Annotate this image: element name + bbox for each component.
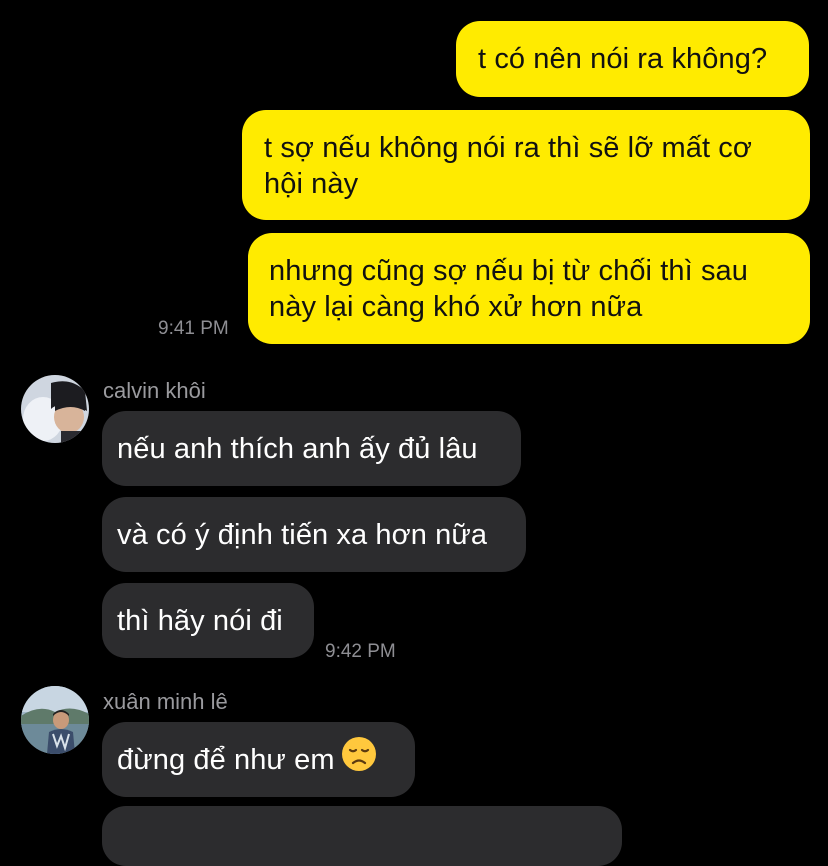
calvin-avatar	[21, 375, 89, 443]
message-text: đừng để như em	[117, 744, 335, 777]
sender-name: xuân minh lê	[103, 689, 228, 714]
outgoing-message[interactable]: t có nên nói ra không?	[456, 21, 809, 97]
sender-avatar[interactable]	[21, 686, 89, 754]
message-text: thì hãy nói đi	[117, 605, 283, 637]
message-text: nhưng cũng sợ nếu bị từ chối thì sau này…	[269, 255, 749, 323]
xuan-minh-avatar	[21, 686, 89, 754]
outgoing-message[interactable]: nhưng cũng sợ nếu bị từ chối thì sau này…	[248, 233, 810, 344]
incoming-message[interactable]: nếu anh thích anh ấy đủ lâu	[102, 411, 521, 486]
timestamp: 9:42 PM	[325, 641, 396, 662]
sender-avatar[interactable]	[21, 375, 89, 443]
outgoing-message[interactable]: t sợ nếu không nói ra thì sẽ lỡ mất cơ h…	[242, 110, 810, 220]
message-text: t có nên nói ra không?	[478, 43, 768, 75]
incoming-message-partial[interactable]	[102, 806, 622, 866]
incoming-message[interactable]: thì hãy nói đi	[102, 583, 314, 658]
message-text: t sợ nếu không nói ra thì sẽ lỡ mất cơ h…	[264, 132, 753, 200]
message-text: và có ý định tiến xa hơn nữa	[117, 519, 488, 551]
timestamp: 9:41 PM	[158, 318, 229, 339]
disappointed-face-icon	[341, 736, 377, 781]
incoming-message[interactable]: và có ý định tiến xa hơn nữa	[102, 497, 526, 572]
incoming-message[interactable]: đừng để như em	[102, 722, 415, 797]
sender-name: calvin khôi	[103, 378, 206, 403]
message-text: nếu anh thích anh ấy đủ lâu	[117, 433, 478, 465]
